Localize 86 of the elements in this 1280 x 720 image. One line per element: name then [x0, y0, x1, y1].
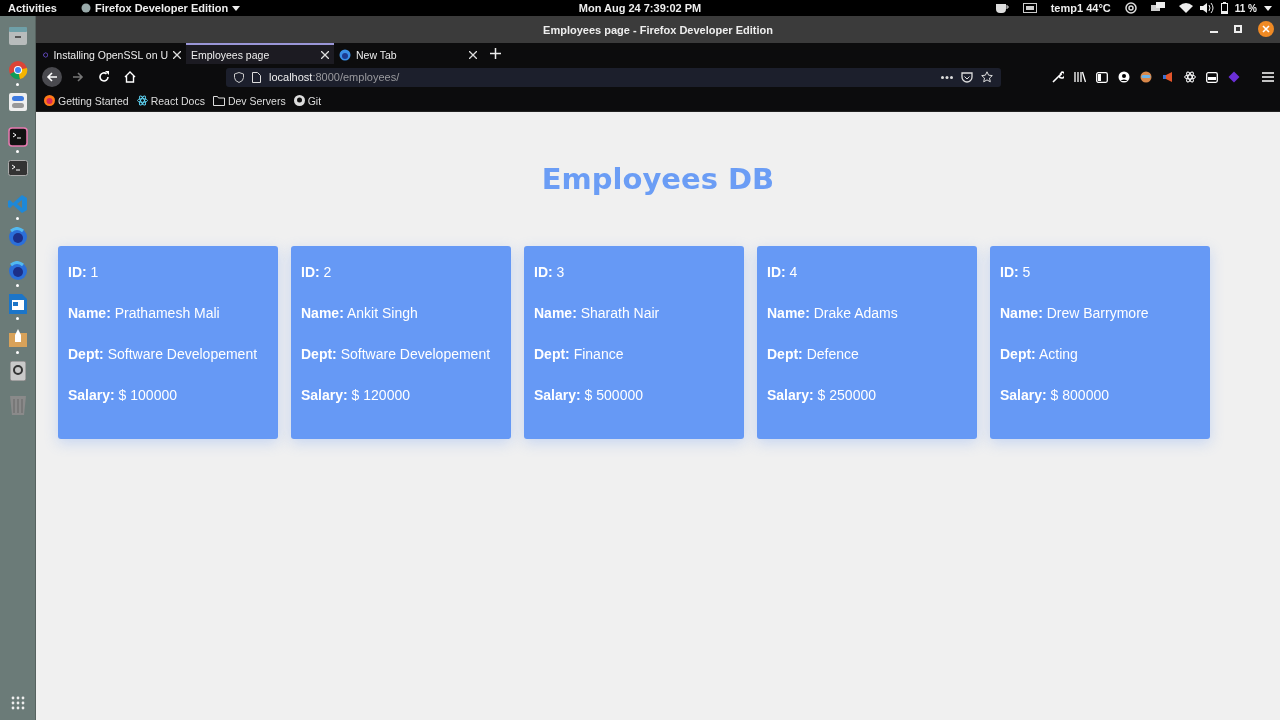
menu-icon[interactable] [1262, 72, 1274, 82]
close-button[interactable] [1258, 21, 1274, 37]
megaphone-icon[interactable] [1162, 71, 1174, 83]
page-icon [252, 71, 261, 83]
maximize-button[interactable] [1234, 25, 1242, 33]
atom-icon[interactable] [1184, 71, 1196, 83]
wifi-icon[interactable] [1178, 3, 1193, 13]
browser-logo-icon [44, 95, 55, 106]
employee-field: Name: Drew Barrymore [1000, 305, 1200, 321]
close-tab-icon[interactable] [469, 50, 477, 59]
app-menu[interactable]: Firefox Developer Edition [80, 2, 241, 14]
app-logo-icon [80, 3, 91, 13]
employee-field: Salary: $ 800000 [1000, 387, 1200, 403]
temperature-reading: temp1 44°C [1050, 2, 1111, 14]
new-tab-icon[interactable] [490, 48, 501, 59]
terminal-icon[interactable] [7, 126, 28, 147]
employee-field: ID: 1 [68, 264, 268, 280]
pocket-icon[interactable] [961, 71, 973, 83]
folder-icon [212, 95, 225, 106]
address-bar[interactable]: localhost:8000/employees/ [226, 67, 1001, 87]
employee-field: ID: 4 [767, 264, 967, 280]
bookmark-item[interactable]: Dev Servers [212, 94, 286, 107]
employee-field: ID: 3 [534, 264, 734, 280]
cup-icon[interactable] [994, 2, 1009, 14]
star-icon[interactable] [981, 71, 993, 83]
browser-tab[interactable]: New Tab [334, 43, 482, 64]
back-button[interactable] [42, 67, 62, 87]
close-tab-icon[interactable] [173, 50, 181, 59]
account-icon[interactable] [1118, 71, 1130, 83]
close-tab-icon[interactable] [321, 50, 329, 59]
forward-icon[interactable] [72, 71, 84, 83]
toggles-icon[interactable] [8, 93, 27, 111]
employee-field: Dept: Defence [767, 346, 967, 362]
volume-icon[interactable] [1199, 2, 1214, 14]
rocket-box-icon[interactable] [7, 327, 28, 348]
wrench-icon[interactable] [1052, 71, 1064, 83]
bookmark-item[interactable]: React Docs [136, 94, 205, 107]
shield-icon [234, 71, 244, 83]
employee-field: Salary: $ 250000 [767, 387, 967, 403]
more-icon[interactable] [941, 75, 953, 79]
employee-field: Dept: Finance [534, 346, 734, 362]
cube-icon[interactable] [1228, 71, 1240, 83]
chip-icon [1022, 3, 1037, 13]
bookmark-item[interactable]: Getting Started [44, 94, 129, 107]
clock[interactable]: Mon Aug 24 7:39:02 PM [578, 2, 702, 14]
reload-icon[interactable] [98, 71, 110, 83]
page-heading: Employees DB [541, 162, 775, 196]
terminal-icon[interactable] [7, 160, 28, 176]
browser-logo-icon[interactable] [7, 59, 28, 80]
employee-field: Salary: $ 120000 [301, 387, 501, 403]
employee-field: Name: Ankit Singh [301, 305, 501, 321]
employee-field: ID: 2 [301, 264, 501, 280]
back-arrow-icon [46, 71, 58, 83]
library-icon[interactable] [1074, 71, 1086, 83]
home-icon[interactable] [124, 71, 136, 83]
employee-field: Name: Prathamesh Mali [68, 305, 268, 321]
network-icon[interactable] [1150, 2, 1165, 14]
employee-field: Dept: Software Developement [68, 346, 268, 362]
battery-percent: 11 % [1234, 2, 1257, 14]
bookmark-item[interactable]: Git [293, 94, 322, 107]
app-grid-icon[interactable] [10, 696, 25, 710]
employee-field: Name: Drake Adams [767, 305, 967, 321]
glasses-face-icon[interactable] [1140, 71, 1152, 83]
employee-field: Salary: $ 500000 [534, 387, 734, 403]
browser-globe-icon[interactable] [7, 227, 28, 247]
browser-globe-icon [339, 48, 351, 61]
document-icon[interactable] [8, 294, 27, 314]
employee-field: Dept: Acting [1000, 346, 1200, 362]
employee-field: Name: Sharath Nair [534, 305, 734, 321]
atom-icon [136, 95, 148, 106]
activities-button[interactable]: Activities [8, 2, 57, 14]
at-sign-icon[interactable] [1124, 2, 1137, 14]
employee-field: Salary: $ 100000 [68, 387, 268, 403]
employee-field: Dept: Software Developement [301, 346, 501, 362]
window-title: Employees page - Firefox Developer Edition [543, 23, 773, 36]
caret-icon[interactable] [1264, 5, 1272, 11]
file-cabinet-icon[interactable] [7, 26, 28, 46]
window-icon[interactable] [1206, 71, 1218, 83]
sidebar-icon[interactable] [1096, 71, 1108, 83]
employee-field: ID: 5 [1000, 264, 1200, 280]
battery-icon[interactable] [1220, 2, 1228, 14]
browser-tab[interactable]: Installing OpenSSL on U [38, 43, 186, 64]
caret-icon [232, 5, 241, 11]
browser-globe-icon[interactable] [7, 260, 28, 281]
browser-tab[interactable]: Employees page [186, 43, 334, 64]
cat-logo-icon [293, 95, 305, 106]
